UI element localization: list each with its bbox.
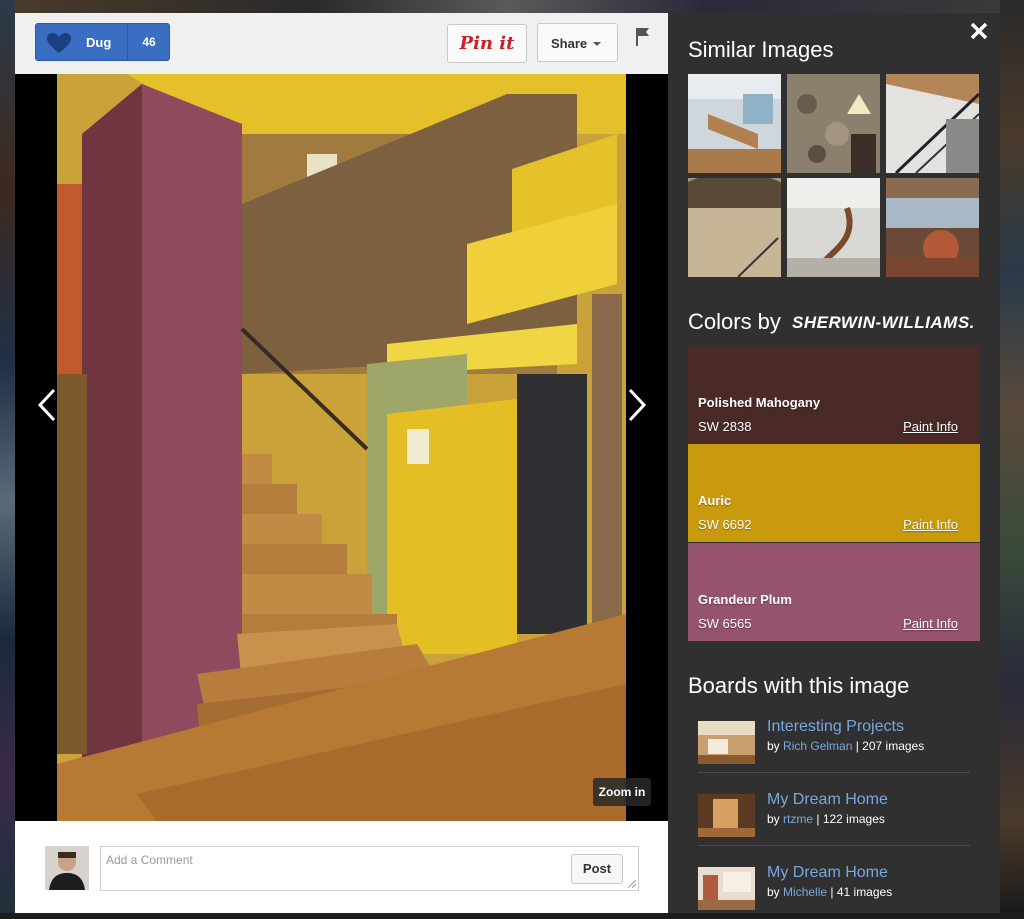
swatch-name: Polished Mahogany	[698, 395, 821, 410]
comment-input[interactable]: Add a Comment Post	[100, 846, 639, 891]
chevron-down-icon	[593, 42, 601, 46]
swatch-code: SW 6692	[698, 517, 752, 532]
comment-area: Add a Comment Post	[15, 821, 668, 913]
board-divider	[698, 845, 970, 846]
post-button[interactable]: Post	[571, 854, 623, 884]
zoom-in-button[interactable]: Zoom in	[593, 778, 651, 806]
toolbar: Dug 46 Pin it Share	[15, 13, 668, 74]
swatch-name: Auric	[698, 493, 732, 508]
flag-icon[interactable]	[635, 27, 651, 47]
share-label: Share	[551, 36, 588, 51]
image-viewer: Zoom in	[15, 74, 668, 821]
paint-info-link[interactable]: Paint Info	[903, 517, 958, 532]
similar-image-4[interactable]	[688, 178, 781, 277]
side-panel: Similar Images Colors by SHERWIN-WILLIAM…	[668, 13, 1000, 913]
board-meta: by Rich Gelman | 207 images	[767, 739, 925, 753]
board-item: My Dream Home by rtzme | 122 images	[698, 786, 970, 846]
board-title[interactable]: My Dream Home	[767, 791, 888, 809]
board-user-link[interactable]: Michelle	[783, 885, 827, 899]
similar-image-6[interactable]	[886, 178, 979, 277]
dug-label: Dug	[86, 35, 112, 50]
paint-info-link[interactable]: Paint Info	[903, 616, 958, 631]
boards-title: Boards with this image	[688, 673, 910, 698]
board-user-link[interactable]: rtzme	[783, 812, 813, 826]
swatch-code: SW 6565	[698, 616, 752, 631]
pin-it-button[interactable]: Pin it	[447, 24, 527, 63]
background-left	[0, 0, 15, 913]
sherwin-williams-logo: SHERWIN-WILLIAMS.	[792, 313, 975, 332]
dug-count: 46	[142, 35, 156, 49]
share-button[interactable]: Share	[537, 23, 618, 62]
comment-placeholder: Add a Comment	[106, 853, 193, 867]
board-meta: by Michelle | 41 images	[767, 885, 893, 899]
image-card: Dug 46 Pin it Share Zoom in Add a Commen…	[15, 13, 668, 913]
similar-image-3[interactable]	[886, 74, 979, 173]
board-thumbnail[interactable]	[698, 794, 755, 837]
similar-images-title: Similar Images	[688, 37, 834, 62]
swatch-auric: Auric SW 6692 Paint Info	[688, 444, 980, 542]
swatch-code: SW 2838	[698, 419, 752, 434]
board-divider	[698, 772, 970, 773]
resize-grip-icon[interactable]	[628, 880, 636, 888]
background-right	[1000, 0, 1024, 913]
similar-image-2[interactable]	[787, 74, 880, 173]
similar-image-5[interactable]	[787, 178, 880, 277]
board-thumbnail[interactable]	[698, 721, 755, 764]
main-photo[interactable]	[57, 74, 626, 821]
board-title[interactable]: My Dream Home	[767, 864, 888, 882]
colors-title: Colors by	[688, 309, 781, 334]
board-item: My Dream Home by Michelle | 41 images	[698, 859, 970, 919]
board-title[interactable]: Interesting Projects	[767, 718, 904, 736]
previous-arrow-icon[interactable]	[37, 388, 57, 422]
heart-icon	[47, 33, 71, 53]
board-thumbnail[interactable]	[698, 867, 755, 910]
board-item: Interesting Projects by Rich Gelman | 20…	[698, 713, 970, 773]
background-top	[15, 0, 1000, 13]
board-user-link[interactable]: Rich Gelman	[783, 739, 852, 753]
dug-button[interactable]: Dug 46	[35, 23, 170, 61]
close-icon[interactable]	[969, 21, 989, 41]
similar-image-1[interactable]	[688, 74, 781, 173]
next-arrow-icon[interactable]	[627, 388, 647, 422]
board-meta: by rtzme | 122 images	[767, 812, 885, 826]
user-avatar	[45, 846, 89, 890]
paint-info-link[interactable]: Paint Info	[903, 419, 958, 434]
swatch-name: Grandeur Plum	[698, 592, 792, 607]
swatch-polished-mahogany: Polished Mahogany SW 2838 Paint Info	[688, 346, 980, 444]
swatch-grandeur-plum: Grandeur Plum SW 6565 Paint Info	[688, 543, 980, 641]
